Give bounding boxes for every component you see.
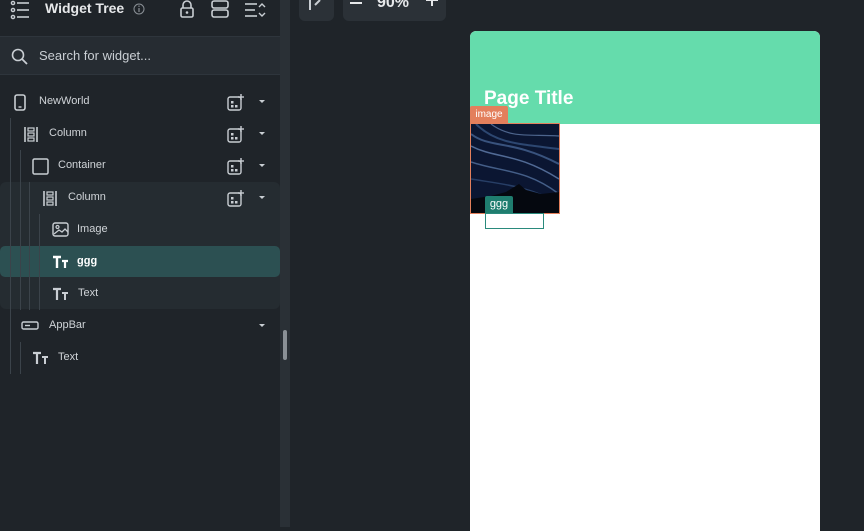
- list-icon[interactable]: [10, 0, 30, 20]
- tree-row-column-inner[interactable]: Column: [0, 182, 280, 214]
- tree-row-appbar-text[interactable]: Text: [0, 342, 280, 374]
- chevron-down-icon[interactable]: [258, 163, 266, 168]
- text-widget-ggg[interactable]: [485, 213, 544, 229]
- tree-row-label: Container: [58, 159, 106, 171]
- tree-row-ggg[interactable]: ggg: [0, 246, 280, 278]
- column-icon: [24, 127, 38, 142]
- appbar-icon: [21, 321, 39, 330]
- panel-title: Widget Tree: [45, 0, 125, 16]
- phone-icon: [14, 94, 26, 111]
- text-icon: [53, 255, 68, 268]
- tree-row-text[interactable]: Text: [0, 278, 280, 310]
- chevron-down-icon[interactable]: [258, 99, 266, 104]
- collapse-panel-button[interactable]: [299, 0, 334, 21]
- tree-row-column[interactable]: Column: [0, 118, 280, 150]
- tree-row-label: Column: [68, 191, 106, 203]
- layers-icon[interactable]: [211, 0, 229, 18]
- add-widget-icon[interactable]: [227, 157, 245, 175]
- chevron-down-icon[interactable]: [258, 323, 266, 328]
- panel-divider[interactable]: [280, 0, 290, 527]
- search-input[interactable]: Search for widget...: [39, 48, 151, 63]
- chevron-down-icon[interactable]: [258, 131, 266, 136]
- add-widget-icon[interactable]: [227, 189, 245, 207]
- tree-row-image[interactable]: Image: [0, 214, 280, 246]
- tree-row-label: AppBar: [49, 319, 86, 331]
- tree-row-newworld[interactable]: NewWorld: [0, 86, 280, 118]
- lock-icon[interactable]: [179, 0, 195, 18]
- tree-row-label: Text: [58, 351, 79, 363]
- container-icon: [32, 158, 49, 175]
- text-selection-tag: ggg: [485, 196, 513, 213]
- widget-search[interactable]: Search for widget...: [0, 37, 280, 75]
- info-icon[interactable]: [133, 3, 145, 15]
- tree-row-label: NewWorld: [39, 95, 90, 107]
- tree-row-label: ggg: [77, 255, 98, 267]
- add-widget-icon[interactable]: [227, 93, 245, 111]
- app-bar[interactable]: Page Title: [470, 31, 820, 124]
- tree-row-label: Column: [49, 127, 87, 139]
- image-icon: [52, 222, 69, 237]
- text-icon: [33, 351, 48, 364]
- tree-row-label: Text: [78, 287, 99, 299]
- text-icon: [53, 287, 68, 300]
- panel-header: Widget Tree: [0, 0, 280, 37]
- search-icon: [11, 48, 28, 65]
- chevron-down-icon[interactable]: [258, 195, 266, 200]
- zoom-in-icon[interactable]: [425, 0, 439, 7]
- phone-canvas[interactable]: Page Title: [470, 31, 820, 531]
- tree-row-label: Image: [77, 223, 108, 235]
- tree-row-container[interactable]: Container: [0, 150, 280, 182]
- collapse-left-icon: [309, 0, 321, 10]
- image-widget[interactable]: [470, 123, 560, 214]
- column-icon: [43, 191, 57, 206]
- zoom-level: 90%: [377, 0, 410, 11]
- widget-tree-panel: Widget Tree Search for widget... NewWorl…: [0, 0, 280, 527]
- tree-row-appbar[interactable]: AppBar: [0, 310, 280, 342]
- image-selection-tag: image: [470, 106, 508, 123]
- add-widget-icon[interactable]: [227, 125, 245, 143]
- resize-handle[interactable]: [283, 330, 287, 360]
- sort-options-icon[interactable]: [244, 1, 266, 19]
- zoom-out-icon[interactable]: [349, 0, 363, 6]
